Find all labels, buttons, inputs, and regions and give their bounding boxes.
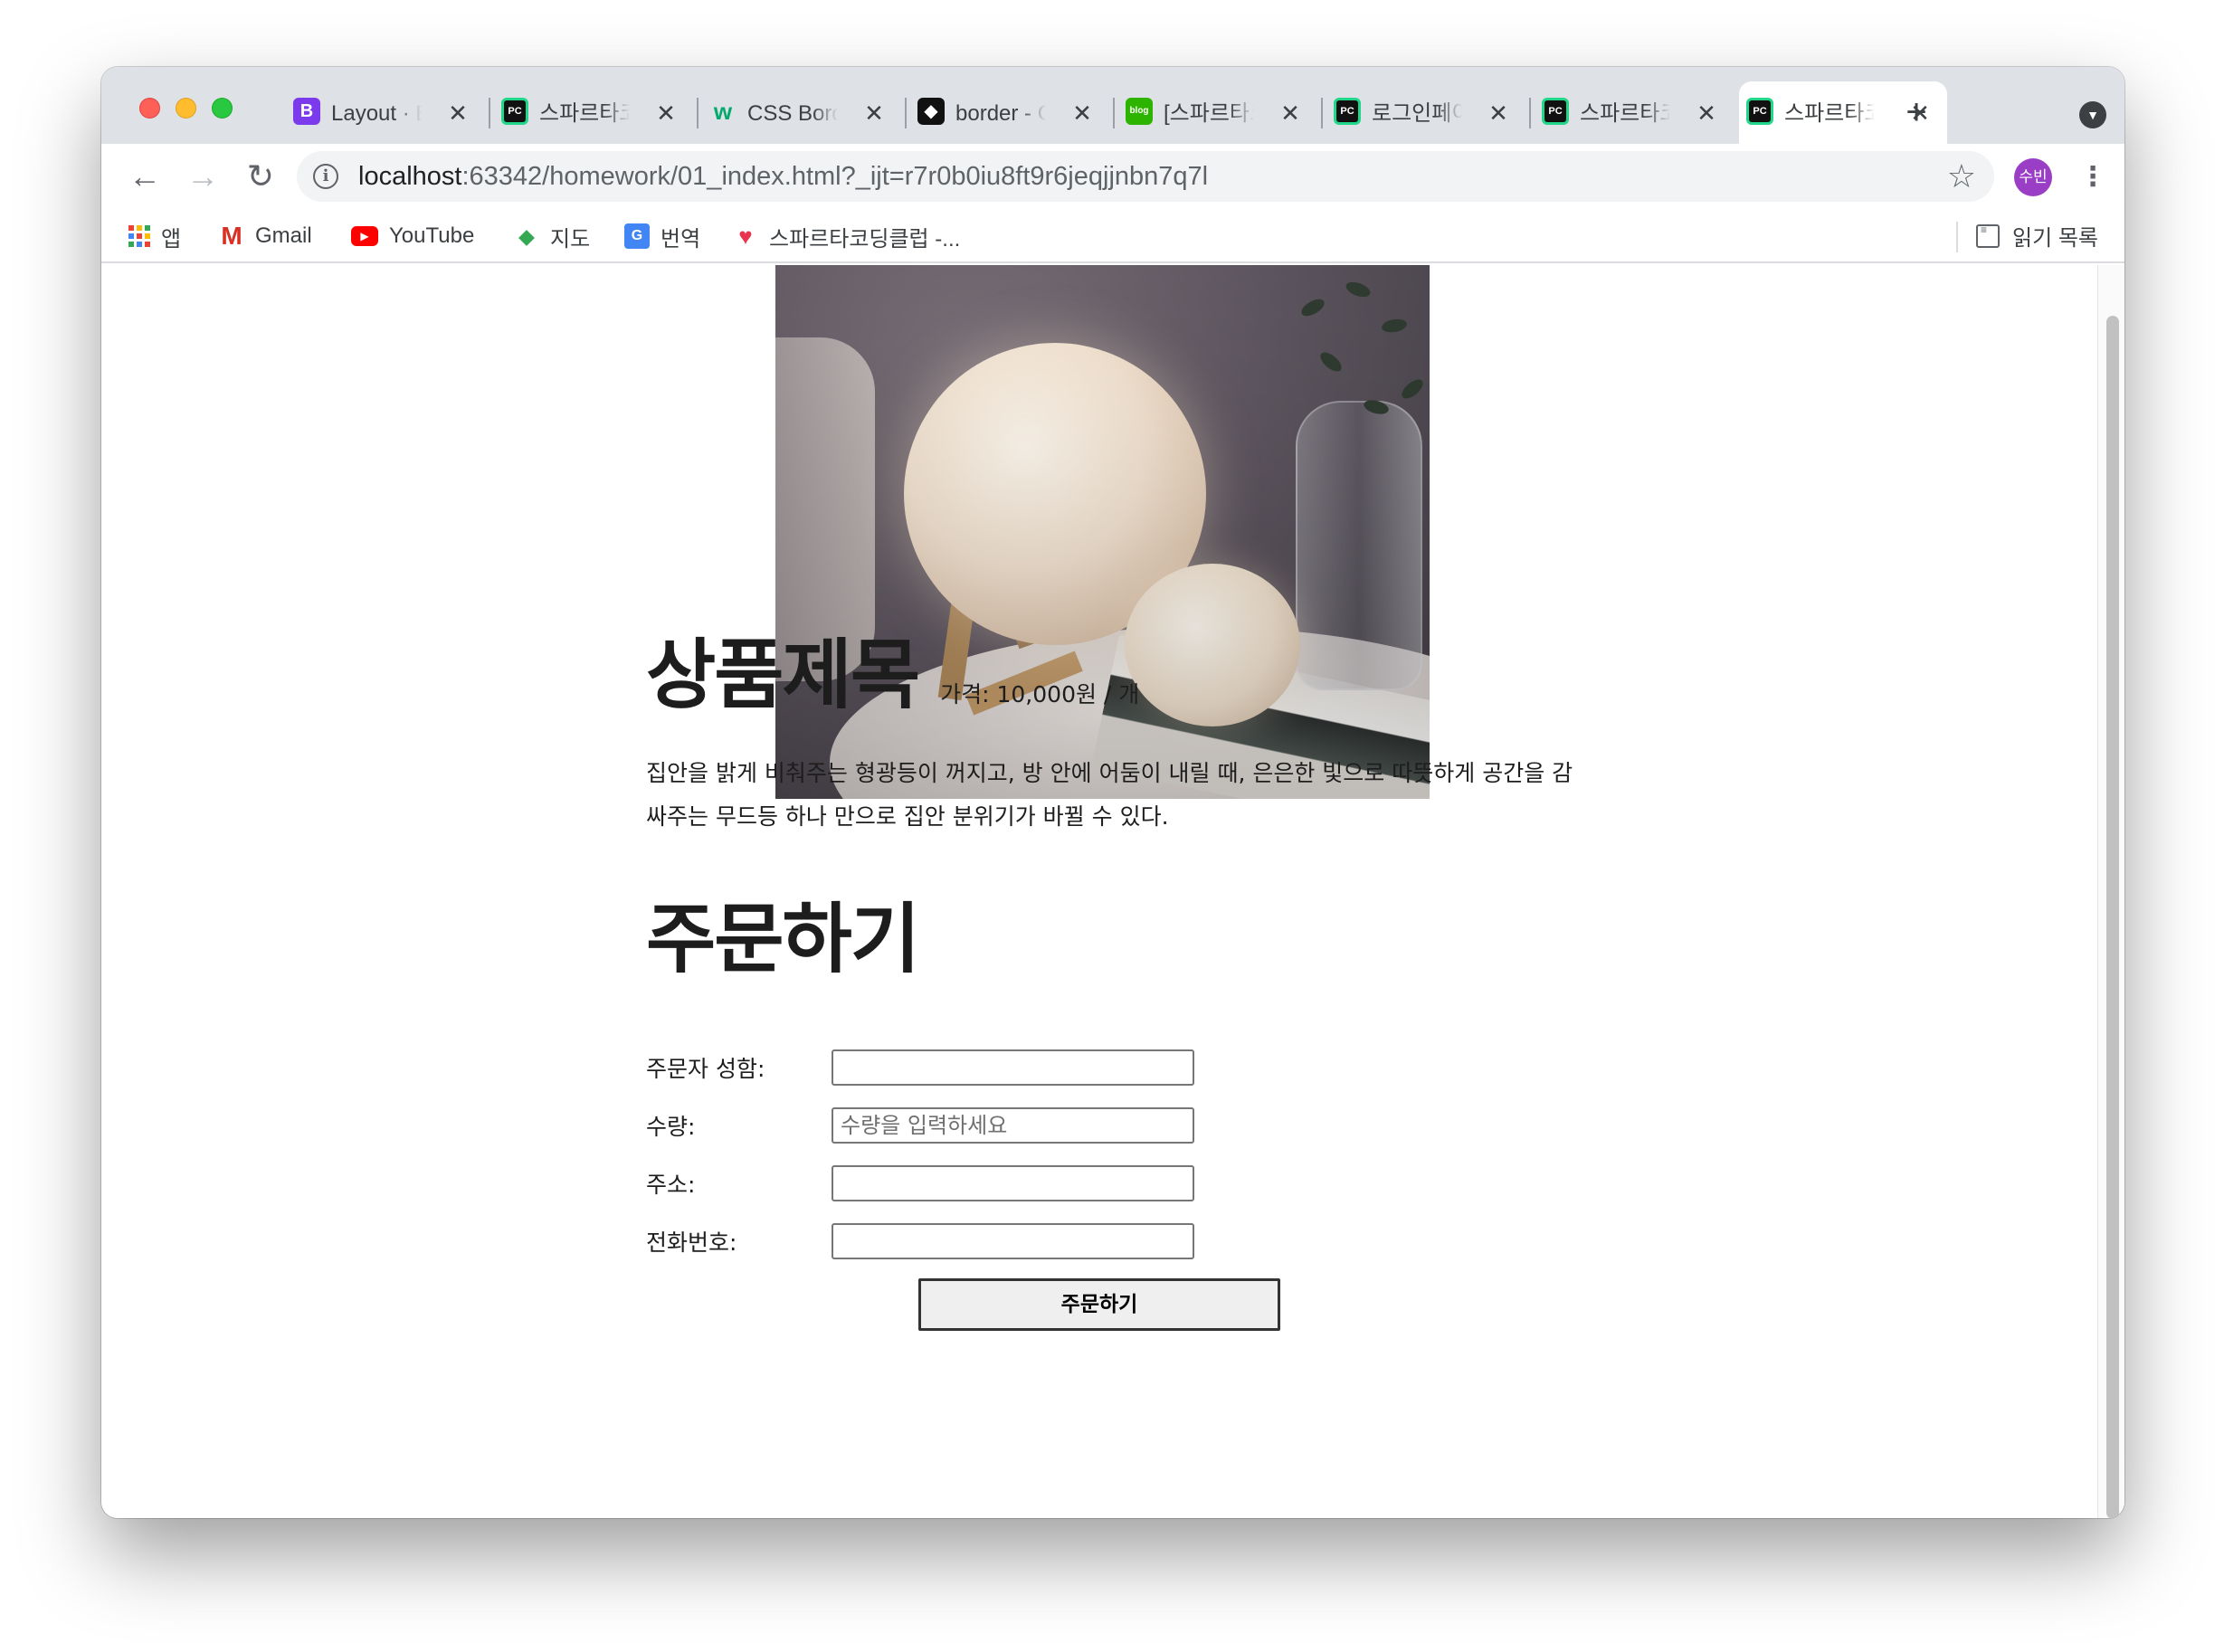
phone-input[interactable]: [832, 1223, 1194, 1259]
url-host: localhost: [358, 162, 462, 191]
product-description: 집안을 밝게 비춰주는 형광등이 꺼지고, 방 안에 어둠이 내릴 때, 은은한…: [646, 760, 1573, 830]
form-row-address: 주소:: [646, 1165, 1207, 1203]
page-viewport: 상품제목 가격: 10,000원 / 개 집안을 밝게 비춰주는 형광등이 꺼지…: [101, 265, 2124, 1518]
bookmark-label: 지도: [550, 226, 591, 252]
bookmark-label: YouTube: [389, 223, 475, 248]
translate-icon: G: [624, 223, 650, 249]
quantity-label: 수량:: [646, 1114, 696, 1140]
tab-css-border[interactable]: w CSS Border ✕: [702, 81, 901, 144]
close-icon[interactable]: ✕: [1694, 100, 1719, 127]
product-price: 가격: 10,000원 / 개: [940, 681, 1140, 707]
youtube-icon: ▶: [351, 226, 378, 246]
forward-icon[interactable]: →: [183, 157, 223, 196]
tab-title: 스파르타코딩클럽: [539, 101, 630, 126]
tab-divider: [1113, 98, 1115, 128]
vertical-scrollbar[interactable]: [2097, 265, 2124, 1518]
tab-divider: [697, 98, 699, 128]
tab-title: Layout · Bootstrap: [331, 101, 422, 126]
reading-list-icon: ≡: [1976, 223, 2000, 248]
order-title: 주문하기: [646, 895, 920, 983]
address-input[interactable]: [832, 1165, 1194, 1201]
bookmark-label: 번역: [661, 226, 701, 252]
zoom-window-button[interactable]: [212, 98, 233, 119]
tab-divider: [1529, 98, 1531, 128]
bookmark-translate[interactable]: G 번역: [624, 220, 700, 252]
browser-menu-icon[interactable]: ⋮: [2079, 157, 2106, 198]
bootstrap-icon: B: [293, 98, 320, 125]
bookmark-label: 앱: [161, 226, 182, 252]
tab-title: 스파르타코딩클럽: [1784, 101, 1875, 126]
bookmarks-bar: 앱 M Gmail ▶ YouTube ⬥ 지도 G 번역 ♥ 스파르타코딩클럽…: [101, 209, 2124, 263]
gmail-icon: M: [221, 222, 242, 250]
reading-list-button[interactable]: ≡ 읽기 목록: [1976, 220, 2098, 252]
close-icon[interactable]: ✕: [1069, 100, 1095, 127]
tab-layout-bootstrap[interactable]: B Layout · Bootstrap ✕: [286, 81, 485, 144]
product-title: 상품제목: [646, 631, 920, 719]
scrollbar-thumb[interactable]: [2106, 316, 2119, 1518]
pycharm-icon: PC: [1334, 98, 1361, 125]
bookmarks-divider: [1956, 222, 1958, 252]
tab-divider: [905, 98, 907, 128]
tab-search-icon[interactable]: ▼: [2079, 101, 2106, 128]
name-label: 주문자 성함:: [646, 1056, 765, 1082]
name-input[interactable]: [832, 1049, 1194, 1086]
pycharm-icon: PC: [501, 98, 528, 125]
phone-label: 전화번호:: [646, 1230, 737, 1256]
tab-sparta-blog[interactable]: blog [스파르타코딩클럽] ✕: [1118, 81, 1317, 144]
close-icon[interactable]: ✕: [861, 100, 887, 127]
close-icon[interactable]: ✕: [1278, 100, 1303, 127]
apps-grid-icon: [128, 225, 150, 247]
pycharm-icon: PC: [1542, 98, 1569, 125]
close-window-button[interactable]: [139, 98, 160, 119]
back-icon[interactable]: ←: [125, 157, 165, 196]
reading-list-label: 읽기 목록: [2012, 226, 2098, 251]
bookmark-star-icon[interactable]: ☆: [1947, 158, 1976, 195]
close-icon[interactable]: ✕: [445, 100, 470, 127]
url-text[interactable]: localhost:63342/homework/01_index.html?_…: [358, 162, 1208, 191]
profile-avatar[interactable]: 수빈: [2014, 158, 2052, 196]
tab-title: CSS Border: [747, 101, 838, 126]
form-row-phone: 전화번호:: [646, 1223, 1207, 1261]
github-icon: ◆: [917, 98, 945, 125]
bookmark-label: 스파르타코딩클럽 -...: [769, 226, 961, 252]
tab-title: 로그인페이지: [1372, 101, 1462, 126]
tab-title: border - CSS: [955, 101, 1046, 126]
sparta-heart-icon: ♥: [738, 223, 753, 250]
address-label: 주소:: [646, 1172, 696, 1198]
tab-divider: [489, 98, 490, 128]
tab-title: [스파르타코딩클럽]: [1164, 101, 1254, 126]
pycharm-icon: PC: [1746, 98, 1773, 125]
reload-icon[interactable]: ↻: [241, 157, 280, 196]
blog-icon: blog: [1126, 98, 1153, 125]
bookmark-label: Gmail: [255, 223, 312, 248]
new-tab-button[interactable]: +: [1898, 94, 1934, 132]
address-bar[interactable]: i localhost:63342/homework/01_index.html…: [297, 151, 1994, 202]
bookmark-apps[interactable]: 앱: [128, 220, 181, 252]
tab-border-css[interactable]: ◆ border - CSS ✕: [910, 81, 1109, 144]
bookmark-sparta[interactable]: ♥ 스파르타코딩클럽 -...: [733, 220, 960, 252]
tab-strip: B Layout · Bootstrap ✕ PC 스파르타코딩클럽 ✕ w C…: [101, 67, 2124, 144]
w3schools-icon: w: [713, 98, 733, 125]
quantity-input[interactable]: [832, 1107, 1194, 1144]
browser-window: B Layout · Bootstrap ✕ PC 스파르타코딩클럽 ✕ w C…: [101, 67, 2124, 1518]
tab-sparta-2[interactable]: PC 스파르타코딩클럽 ✕: [1535, 81, 1734, 144]
bookmark-maps[interactable]: ⬥ 지도: [514, 220, 590, 252]
url-path: :63342/homework/01_index.html?_ijt=r7r0b…: [461, 162, 1209, 191]
minimize-window-button[interactable]: [176, 98, 196, 119]
tab-login-page[interactable]: PC 로그인페이지 ✕: [1326, 81, 1525, 144]
toolbar: ← → ↻ i localhost:63342/homework/01_inde…: [101, 144, 2124, 209]
site-info-icon[interactable]: i: [313, 164, 338, 189]
form-row-quantity: 수량:: [646, 1107, 1207, 1145]
tab-title: 스파르타코딩클럽: [1580, 101, 1670, 126]
bookmark-gmail[interactable]: M Gmail: [219, 220, 312, 252]
tab-divider: [1321, 98, 1323, 128]
close-icon[interactable]: ✕: [653, 100, 679, 127]
form-row-name: 주문자 성함:: [646, 1049, 1207, 1087]
bookmark-youtube[interactable]: ▶ YouTube: [351, 220, 474, 252]
close-icon[interactable]: ✕: [1486, 100, 1511, 127]
order-submit-button[interactable]: 주문하기: [918, 1278, 1280, 1331]
product-header: 상품제목 가격: 10,000원 / 개: [646, 631, 1139, 718]
maps-pin-icon: ⬥: [518, 223, 536, 250]
tab-sparta-1[interactable]: PC 스파르타코딩클럽 ✕: [494, 81, 693, 144]
